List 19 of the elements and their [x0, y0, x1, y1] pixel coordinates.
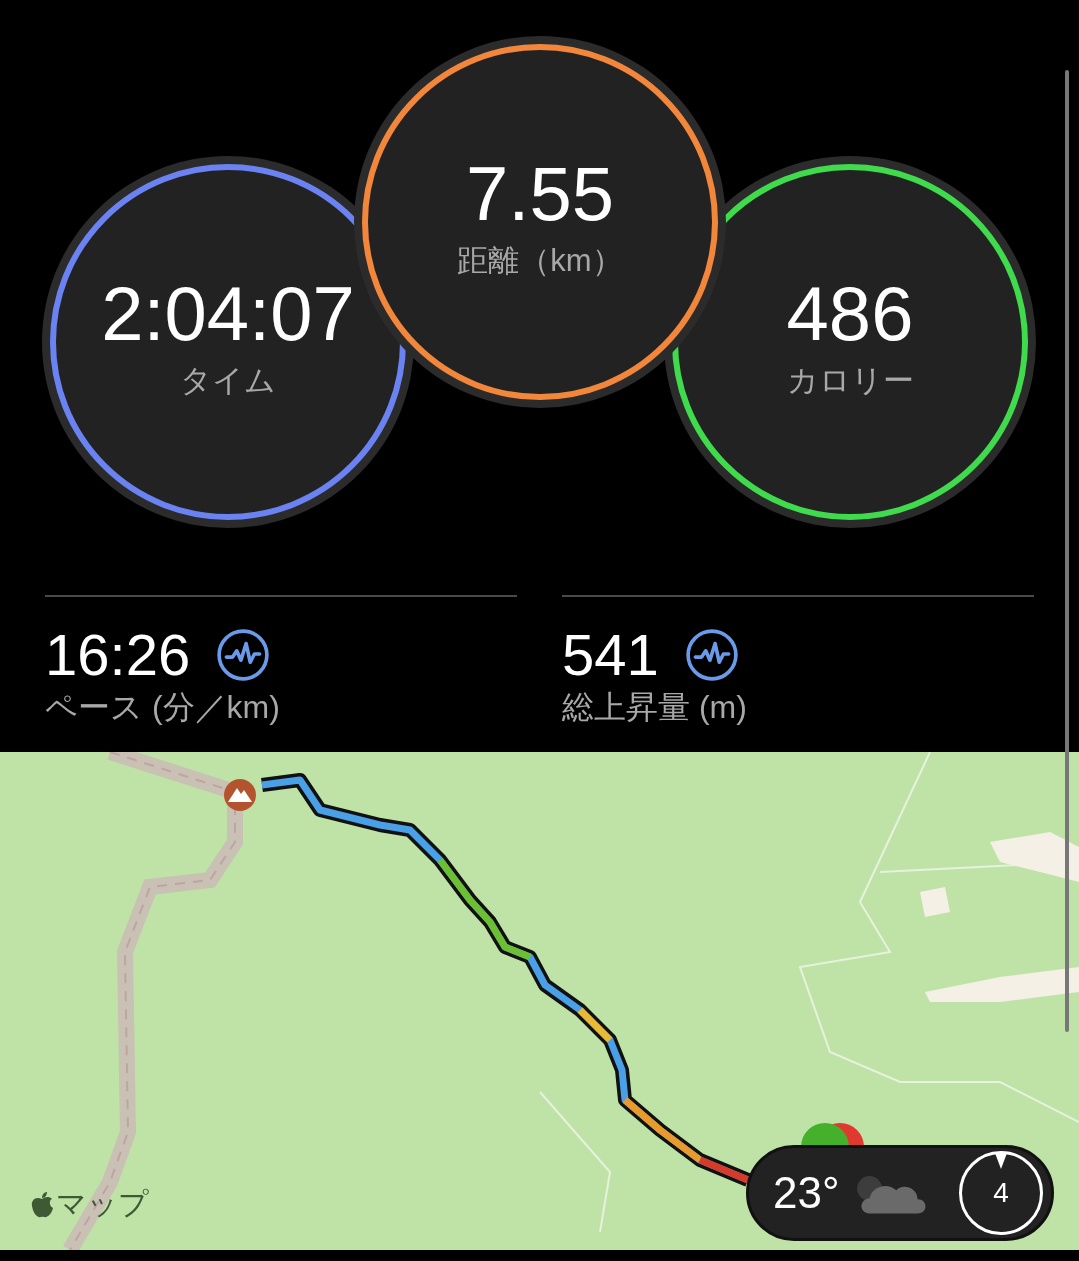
- metric-label: 総上昇量 (m): [562, 688, 748, 727]
- stat-label: 距離（km）: [457, 242, 623, 280]
- chart-icon[interactable]: [684, 628, 739, 682]
- metric-value: 541: [562, 623, 659, 687]
- scrollbar[interactable]: [1065, 70, 1069, 1032]
- pointer-icon: [995, 1153, 1007, 1169]
- weather-widget[interactable]: 23° 4: [746, 1145, 1054, 1241]
- temperature: 23°: [773, 1168, 840, 1218]
- stat-value: 2:04:07: [101, 272, 355, 356]
- fruit-icon: [30, 1190, 54, 1219]
- stat-label: タイム: [180, 362, 276, 400]
- map-attribution[interactable]: マップ: [56, 1184, 149, 1225]
- metric-label: ペース (分／km): [45, 688, 281, 727]
- metric-value: 16:26: [45, 623, 191, 687]
- stat-label: カロリー: [786, 362, 914, 400]
- chart-icon[interactable]: [216, 628, 271, 682]
- wind-speed: 4: [993, 1177, 1009, 1209]
- stat-value: 7.55: [466, 152, 614, 236]
- stat-value: 486: [786, 272, 914, 356]
